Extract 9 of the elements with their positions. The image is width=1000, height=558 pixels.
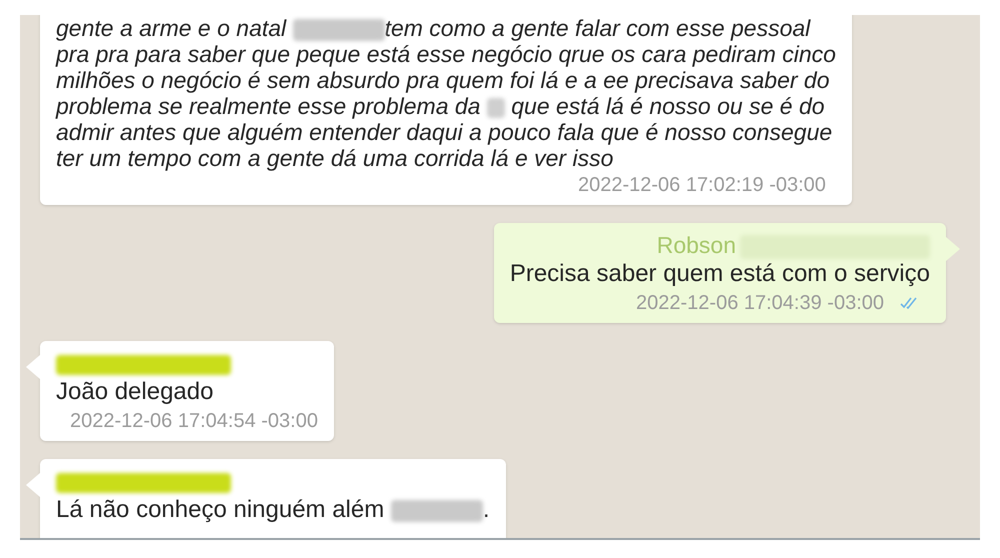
message-text: Lá não conheço ninguém além . — [56, 495, 490, 525]
message-timestamp: 2022-12-06 17:04:39 -03:00 — [636, 291, 884, 315]
message-timestamp: 2022-12-06 17:02:19 -03:00 — [578, 173, 826, 197]
message-text: Precisa saber quem está com o serviço — [510, 259, 930, 289]
redaction-blur — [486, 98, 505, 118]
message-timestamp: 2022-12-06 17:04:54 -03:00 — [70, 409, 318, 433]
sender-name: Robson — [656, 232, 736, 258]
message-text: João delegado — [56, 377, 214, 407]
message-text: gente a arme e o natal tem como a gente falar com esse pessoal pra pra para saber que peque está esse negócio qrue os cara pediram cinco milhões o negócio é sem absurdo pra quem foi lá e a ee precisava saber do problema se realmente esse problema da que está lá é nosso ou se é do admir antes que alguém entender daqui a pouco fala que é nosso consegue ter um tempo com a gente dá uma corrida lá e ver isso — [56, 15, 836, 171]
